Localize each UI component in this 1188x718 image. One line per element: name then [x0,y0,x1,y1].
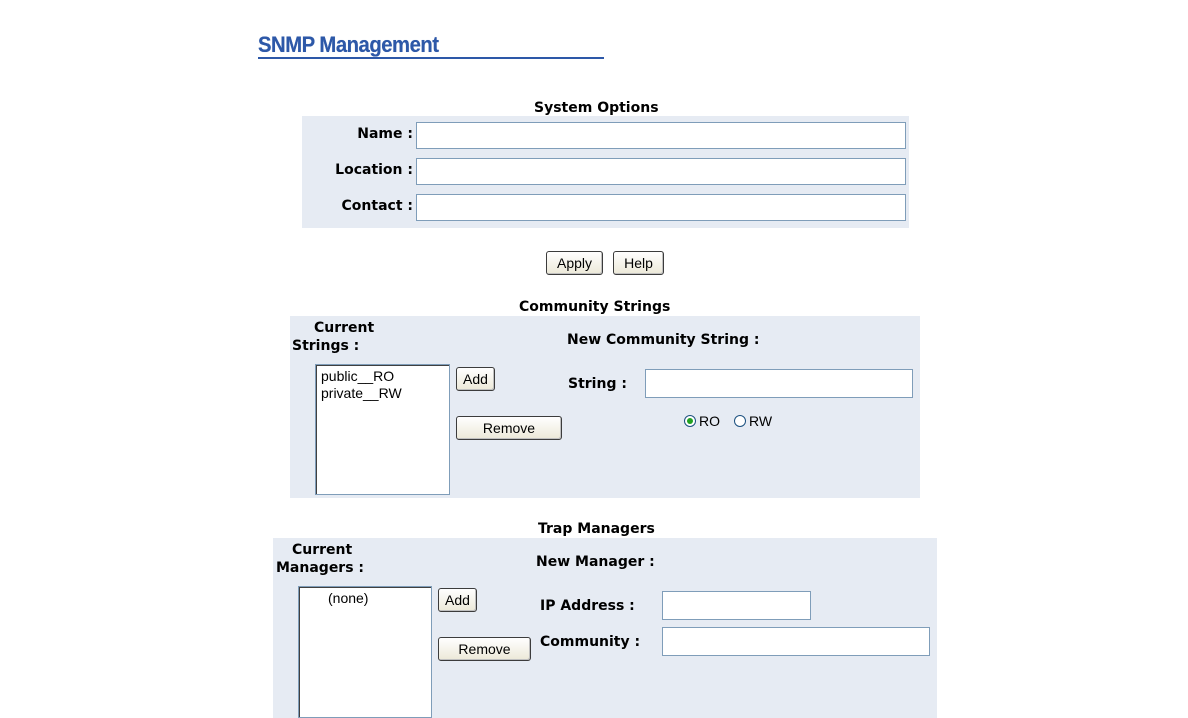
radio-rw[interactable]: RW [734,413,772,429]
current-managers-list[interactable]: (none) [298,586,432,718]
radio-ro-label: RO [699,413,720,429]
snmp-management-page: SNMP Management System Options Name : Lo… [0,0,1188,718]
radio-ro[interactable]: RO [684,413,720,429]
contact-input[interactable] [416,194,906,221]
new-community-string-label: New Community String : [567,332,760,348]
trap-community-input[interactable] [662,627,930,656]
page-title: SNMP Management [258,32,439,57]
system-options-panel: Name : Location : Contact : [302,116,909,228]
trap-managers-panel: Current Managers : (none) Add Remove New… [273,538,937,718]
current-strings-label-2: Strings : [292,338,360,354]
string-label: String : [568,376,627,392]
remove-string-button[interactable]: Remove [456,416,562,440]
new-manager-label: New Manager : [536,554,655,570]
ip-address-label: IP Address : [540,598,635,614]
trap-managers-title: Trap Managers [538,521,655,537]
radio-rw-label: RW [749,413,773,429]
ip-address-input[interactable] [662,591,811,620]
current-managers-label-2: Managers : [276,560,365,576]
title-underline [258,57,604,59]
current-managers-label-1: Current [292,542,353,558]
location-label: Location : [335,162,413,178]
location-input[interactable] [416,158,906,185]
system-options-title: System Options [534,100,659,116]
community-strings-title: Community Strings [519,299,671,315]
list-item[interactable]: (none) [304,590,426,607]
name-label: Name : [357,126,413,142]
community-label: Community : [540,634,641,650]
community-strings-panel: Current Strings : public__RO private__RW… [290,316,920,498]
help-button[interactable]: Help [613,251,664,275]
radio-ro-icon[interactable] [684,415,696,427]
list-item[interactable]: private__RW [321,385,444,402]
current-strings-list[interactable]: public__RO private__RW [315,364,450,495]
contact-label: Contact : [341,198,413,214]
name-input[interactable] [416,122,906,149]
radio-rw-icon[interactable] [734,415,746,427]
apply-button[interactable]: Apply [546,251,603,275]
remove-manager-button[interactable]: Remove [438,637,531,661]
community-string-input[interactable] [645,369,913,398]
list-item[interactable]: public__RO [321,368,444,385]
add-manager-button[interactable]: Add [438,588,477,612]
add-string-button[interactable]: Add [456,367,495,391]
current-strings-label-1: Current [314,320,375,336]
access-radio-group: RO RW [684,413,786,429]
